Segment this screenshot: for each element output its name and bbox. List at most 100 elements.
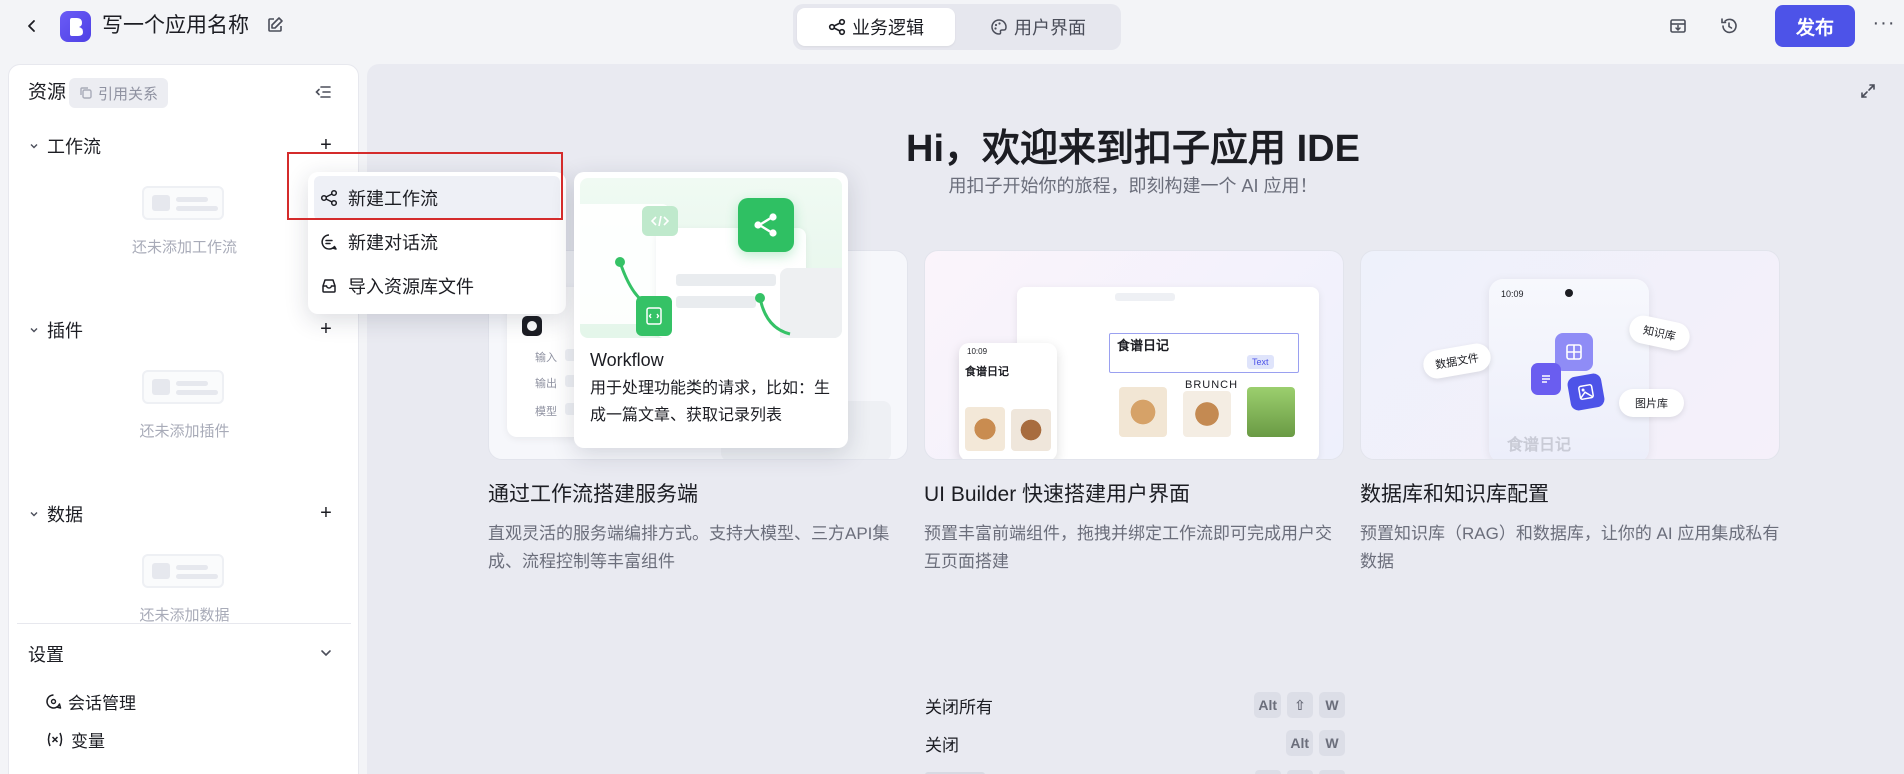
workflow-empty-text: 还未添加工作流 <box>131 239 237 256</box>
tooltip-description: 用于处理功能类的请求，比如：生成一篇文章、获取记录列表 <box>590 380 831 424</box>
feature-desc-ui-builder: 预置丰富前端组件，拖拽并绑定工作流即可完成用户交互页面搭建 <box>924 524 1332 571</box>
plugin-empty-text: 还未添加插件 <box>139 423 230 440</box>
document-code-icon <box>646 307 662 325</box>
shortcut-close-all-label: 关闭所有 <box>925 697 993 717</box>
tag-data-files: 数据文件 <box>1421 341 1493 381</box>
menu-item-new-chatflow-label: 新建对话流 <box>348 233 438 253</box>
workflow-preview-tooltip: Workflow 用于处理功能类的请求，比如：生成一篇文章、获取记录列表 <box>574 172 848 448</box>
sidebar-divider <box>17 623 351 624</box>
data-empty-text: 还未添加数据 <box>139 607 230 624</box>
welcome-title: Hi，欢迎来到扣子应用 IDE <box>906 128 1360 170</box>
shortcut-keys: Alt W <box>1286 730 1345 756</box>
plugin-empty-state: 还未添加插件 <box>9 370 358 450</box>
empty-illustration <box>142 370 224 404</box>
shortcut-close-label: 关闭 <box>925 735 959 755</box>
settings-item-variables-label: 变量 <box>71 732 105 751</box>
key-w: W <box>1319 730 1345 756</box>
section-data[interactable]: 数据 <box>29 501 83 527</box>
empty-illustration <box>142 554 224 588</box>
feature-card-ui-builder: 食谱日记 Text BRUNCH 10:09 食谱日记 UI Builder 快… <box>924 250 1344 576</box>
menu-item-import-library-label: 导入资源库文件 <box>348 277 474 297</box>
field-input-label: 输入 <box>535 352 557 364</box>
tab-user-interface-label: 用户界面 <box>1014 18 1086 38</box>
settings-item-conversation[interactable]: 会话管理 <box>45 689 136 714</box>
chevron-down-icon <box>30 328 38 333</box>
chevron-down-icon <box>321 650 331 657</box>
db-card-title: 食谱日记 <box>1507 437 1572 454</box>
phone-time-label: 10:09 <box>1501 289 1524 299</box>
menu-item-new-workflow[interactable]: 新建工作流 <box>314 176 560 220</box>
variable-icon <box>47 732 63 747</box>
menu-item-import-library[interactable]: 导入资源库文件 <box>314 264 560 308</box>
tab-user-interface[interactable]: 用户界面 <box>959 8 1117 46</box>
publish-button[interactable]: 发布 <box>1775 5 1855 47</box>
history-button[interactable] <box>1717 14 1741 38</box>
shortcut-row-cut <box>925 768 1345 774</box>
resource-sidebar: 资源 引用关系 工作流 + 还未添加工作流 插件 + 还未添加插件 数据 + 还… <box>8 64 359 774</box>
expand-icon <box>1861 84 1875 98</box>
app-logo <box>60 11 91 42</box>
app-logo-icon <box>69 17 83 36</box>
sidebar-title: 资源 <box>28 82 67 103</box>
ui-card-title-large: 食谱日记 <box>1117 338 1170 353</box>
palette-icon <box>991 19 1007 35</box>
settings-item-conversation-label: 会话管理 <box>68 694 136 713</box>
edit-name-button[interactable] <box>266 16 286 36</box>
fullscreen-button[interactable] <box>1859 82 1881 104</box>
menu-item-new-chatflow[interactable]: 新建对话流 <box>314 220 560 264</box>
app-name: 写一个应用名称 <box>102 14 249 37</box>
menu-item-new-workflow-label: 新建工作流 <box>348 189 438 209</box>
text-component-chip: Text <box>1247 355 1274 369</box>
chevron-left-icon <box>28 20 35 32</box>
add-workflow-button[interactable]: + <box>316 135 336 156</box>
references-button[interactable]: 引用关系 <box>69 78 169 108</box>
collapse-sidebar-button[interactable] <box>314 83 336 105</box>
workflow-icon <box>320 189 338 207</box>
settings-header[interactable]: 设置 <box>28 641 64 667</box>
settings-toggle[interactable] <box>317 644 335 662</box>
library-import-icon <box>322 279 336 293</box>
section-data-label: 数据 <box>47 505 83 525</box>
shortcut-close-all: 关闭所有 Alt ⇧ W <box>925 690 1345 720</box>
edit-icon <box>268 17 283 32</box>
workflow-preview-image <box>580 178 842 338</box>
workflow-icon <box>754 213 777 237</box>
tag-image-library: 图片库 <box>1619 389 1684 417</box>
add-data-button[interactable]: + <box>316 503 336 524</box>
archive-download-icon <box>1670 19 1686 33</box>
code-icon <box>651 215 669 227</box>
back-button[interactable] <box>20 14 44 38</box>
history-icon <box>1721 18 1737 34</box>
phone-time-label: 10:09 <box>967 347 988 356</box>
top-bar: 写一个应用名称 业务逻辑 用户界面 发布 ··· <box>0 0 1904 52</box>
bot-icon <box>522 316 542 336</box>
feature-title-ui-builder: UI Builder 快速搭建用户界面 <box>924 483 1191 506</box>
ui-card-title-small: 食谱日记 <box>965 366 1009 378</box>
data-empty-state: 还未添加数据 <box>9 554 358 634</box>
feature-title-workflow: 通过工作流搭建服务端 <box>488 483 698 506</box>
settings-item-variables[interactable]: 变量 <box>45 727 105 752</box>
collapse-menu-icon <box>315 86 331 98</box>
section-workflow[interactable]: 工作流 <box>29 133 101 159</box>
feature-title-database: 数据库和知识库配置 <box>1360 483 1549 506</box>
archive-button[interactable] <box>1666 14 1690 38</box>
chevron-down-icon <box>30 144 38 149</box>
field-output-label: 输出 <box>535 378 557 390</box>
add-workflow-dropdown: 新建工作流 新建对话流 导入资源库文件 <box>308 172 566 314</box>
tab-business-logic[interactable]: 业务逻辑 <box>797 8 955 46</box>
brunch-label: BRUNCH <box>1185 379 1239 391</box>
section-plugin[interactable]: 插件 <box>29 317 83 343</box>
feature-desc-database: 预置知识库（RAG）和数据库，让你的 AI 应用集成私有数据 <box>1360 524 1780 571</box>
grid-icon <box>1566 344 1582 360</box>
workflow-empty-state: 还未添加工作流 <box>9 186 358 266</box>
image-icon <box>1578 384 1594 400</box>
more-menu-button[interactable]: ··· <box>1872 13 1896 38</box>
feature-desc-workflow: 直观灵活的服务端编排方式。支持大模型、三方API集成、流程控制等丰富组件 <box>488 524 890 571</box>
shortcut-keys: Alt ⇧ W <box>1254 692 1345 718</box>
add-plugin-button[interactable]: + <box>316 319 336 340</box>
key-w: W <box>1319 692 1345 718</box>
chat-settings-icon <box>46 694 62 709</box>
key-alt: Alt <box>1286 730 1313 756</box>
chevron-down-icon <box>30 512 38 517</box>
key-alt: Alt <box>1254 692 1281 718</box>
